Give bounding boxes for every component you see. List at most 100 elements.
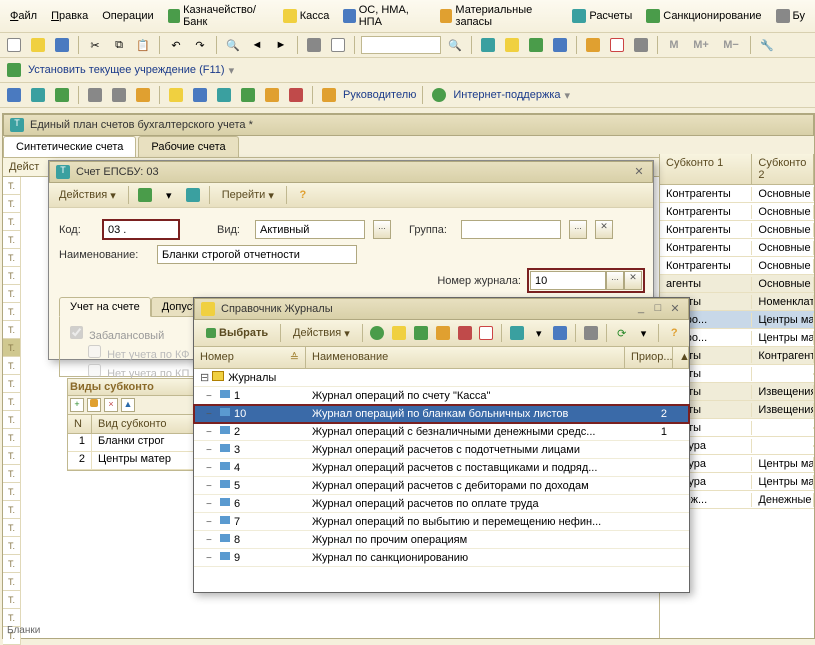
j-delete[interactable] (456, 323, 474, 343)
tb3-2[interactable] (28, 85, 48, 105)
chevron-down-icon[interactable]: ▾ (229, 64, 235, 77)
j-addgroup[interactable] (390, 323, 408, 343)
grid-row[interactable]: КонтрагентыОсновные сре (660, 221, 814, 239)
acc-help-button[interactable]: ? (293, 185, 313, 205)
preview-button[interactable] (328, 35, 348, 55)
tb3-9[interactable] (214, 85, 234, 105)
row-marker[interactable]: Т. (3, 357, 21, 375)
journal-row[interactable]: 9Журнал по санкционированию (194, 549, 689, 567)
account-goto[interactable]: Перейти ▾ (216, 187, 280, 204)
cut-button[interactable]: ✂ (85, 35, 105, 55)
journals-min[interactable]: _ (634, 302, 648, 316)
row-marker[interactable]: Т. (3, 483, 21, 501)
journal-row[interactable]: 5Журнал операций расчетов с дебиторами п… (194, 477, 689, 495)
menu-file[interactable]: Файл (4, 2, 43, 30)
row-marker[interactable]: Т. (3, 393, 21, 411)
j-tree-dd[interactable]: ▾ (530, 323, 548, 343)
tb3-6[interactable] (133, 85, 153, 105)
tb-btn-d[interactable] (550, 35, 570, 55)
set-org-link[interactable]: Установить текущее учреждение (F11) (28, 64, 225, 76)
acc-dd-button[interactable]: ▾ (159, 185, 179, 205)
journals-close[interactable]: ✕ (668, 302, 682, 316)
mem-m[interactable]: M (664, 35, 684, 55)
jnum-input[interactable] (530, 271, 606, 290)
tb3-1[interactable] (4, 85, 24, 105)
row-marker[interactable]: Т. (3, 303, 21, 321)
sa-up[interactable]: ▲ (121, 398, 135, 412)
inet-dropdown[interactable]: ▾ (565, 89, 571, 102)
j-refresh-dd[interactable]: ▾ (635, 323, 653, 343)
redo-button[interactable]: ↷ (190, 35, 210, 55)
row-marker[interactable]: Т. (3, 573, 21, 591)
copy-button[interactable]: ⧉ (109, 35, 129, 55)
row-marker[interactable]: Т. (3, 231, 21, 249)
row-marker[interactable]: Т. (3, 267, 21, 285)
subacc-row[interactable]: 1Бланки строг (68, 434, 196, 452)
acc-nav-button[interactable] (183, 185, 203, 205)
group-select-button[interactable]: ... (569, 220, 587, 239)
jcol-number[interactable]: Номер ≙ (194, 347, 306, 368)
journal-row[interactable]: 8Журнал по прочим операциям (194, 531, 689, 549)
row-marker[interactable]: Т. (3, 555, 21, 573)
grid-row[interactable]: КонтрагентыОсновные сре (660, 185, 814, 203)
jcol-prior[interactable]: Приор... (625, 347, 673, 368)
row-marker[interactable]: Т. (3, 339, 21, 357)
jactions[interactable]: Действия ▾ (287, 325, 356, 342)
row-marker[interactable]: Т. (3, 591, 21, 609)
row-marker[interactable]: Т. (3, 447, 21, 465)
group-clear-button[interactable]: ✕ (595, 220, 613, 239)
j-flat[interactable] (552, 323, 570, 343)
sa-add[interactable]: + (70, 398, 84, 412)
sa-col-n[interactable]: N (68, 415, 92, 433)
paste-button[interactable]: 📋 (133, 35, 153, 55)
j-refresh[interactable]: ⟳ (613, 323, 631, 343)
print-button[interactable] (304, 35, 324, 55)
journal-row[interactable]: 7Журнал операций по выбытию и перемещени… (194, 513, 689, 531)
account-close[interactable]: ✕ (632, 165, 646, 179)
row-marker[interactable]: Т. (3, 501, 21, 519)
tab-working[interactable]: Рабочие счета (138, 136, 238, 157)
row-marker[interactable]: Т. (3, 411, 21, 429)
menu-calc[interactable]: Расчеты (566, 2, 638, 30)
menu-acc[interactable]: Бу (770, 2, 811, 30)
menu-sanction[interactable]: Санкционирование (640, 2, 767, 30)
journal-row[interactable]: 1Журнал операций по счету "Касса" (194, 387, 689, 405)
tb3-12[interactable] (286, 85, 306, 105)
tb3-5[interactable] (109, 85, 129, 105)
inet-link[interactable]: Интернет-поддержка (453, 89, 560, 101)
find-button[interactable]: 🔍 (223, 35, 243, 55)
row-marker[interactable]: Т. (3, 537, 21, 555)
select-button[interactable]: Выбрать (200, 325, 274, 341)
grid-row[interactable]: КонтрагентыОсновные сре (660, 203, 814, 221)
jnum-select-button[interactable]: ... (606, 271, 624, 290)
j-copy[interactable] (412, 323, 430, 343)
row-marker[interactable]: Т. (3, 195, 21, 213)
row-marker[interactable]: Т. (3, 177, 21, 195)
account-actions[interactable]: Действия ▾ (53, 187, 122, 204)
row-marker[interactable]: Т. (3, 249, 21, 267)
undo-button[interactable]: ↶ (166, 35, 186, 55)
sa-col-type[interactable]: Вид субконто (92, 415, 196, 433)
journal-row[interactable]: 4Журнал операций расчетов с поставщиками… (194, 459, 689, 477)
grid-row[interactable]: КонтрагентыОсновные сре (660, 257, 814, 275)
tb3-11[interactable] (262, 85, 282, 105)
j-add[interactable] (369, 323, 387, 343)
sa-addg[interactable] (87, 398, 101, 412)
col-subkonto2[interactable]: Субконто 2 (752, 154, 814, 184)
new-file-button[interactable] (4, 35, 24, 55)
grid-row[interactable]: КонтрагентыОсновные сре (660, 239, 814, 257)
journal-row[interactable]: 2Журнал операций с безналичными денежным… (194, 423, 689, 441)
tb3-10[interactable] (238, 85, 258, 105)
mem-mminus[interactable]: M− (718, 35, 744, 55)
row-marker[interactable]: Т. (3, 519, 21, 537)
group-input[interactable] (461, 220, 561, 239)
j-tree[interactable] (508, 323, 526, 343)
jnum-clear-button[interactable]: ✕ (624, 271, 642, 290)
settings-button[interactable]: 🔧 (757, 35, 777, 55)
menu-materials[interactable]: Материальные запасы (434, 2, 564, 30)
journal-row[interactable]: 3Журнал операций расчетов с подотчетными… (194, 441, 689, 459)
row-marker[interactable]: Т. (3, 321, 21, 339)
style-dropdown[interactable] (361, 36, 441, 54)
menu-treasury[interactable]: Казначейство/Банк (162, 2, 275, 30)
j-help[interactable]: ? (665, 323, 683, 343)
